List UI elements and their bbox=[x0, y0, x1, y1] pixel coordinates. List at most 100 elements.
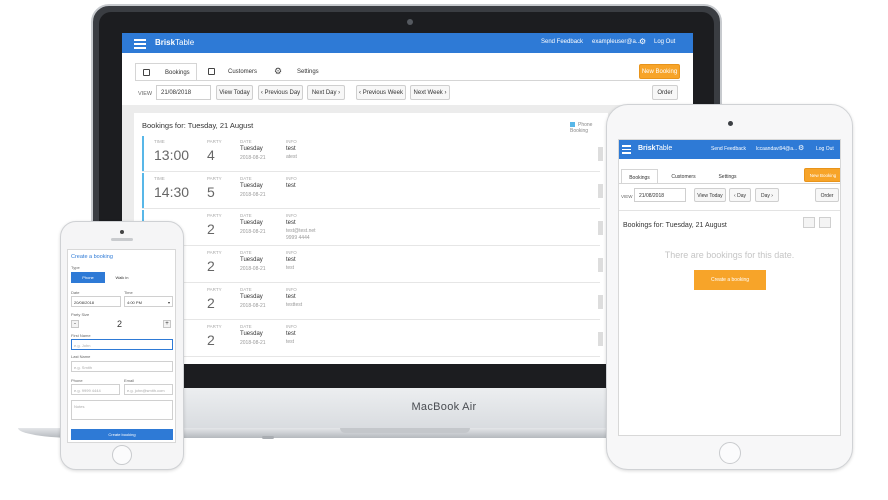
device-showcase: MacBook Air BriskTable Send Feedback exa… bbox=[0, 0, 888, 500]
create-booking-submit-button[interactable]: Create booking bbox=[71, 429, 173, 440]
new-booking-button[interactable]: New Booking bbox=[804, 168, 840, 182]
send-feedback-link[interactable]: Send Feedback bbox=[541, 39, 583, 45]
time-label: Time bbox=[124, 290, 133, 295]
booking-info-email: test@test.net bbox=[286, 228, 316, 234]
row-drag-handle[interactable] bbox=[598, 295, 603, 309]
party-column-label: PARTY bbox=[207, 139, 222, 144]
gear-icon[interactable]: ⚙ bbox=[798, 144, 804, 152]
type-phone-toggle[interactable]: Phone bbox=[71, 272, 105, 283]
booking-date: 2018-08-21 bbox=[240, 155, 266, 161]
menu-icon[interactable] bbox=[134, 39, 146, 49]
party-increase-button[interactable]: + bbox=[163, 320, 171, 328]
booking-info-detail: testtest bbox=[286, 302, 303, 308]
booking-row[interactable]: PARTY DATE INFO 2 Tuesday 2018-08-21 tes… bbox=[142, 283, 603, 320]
next-week-button[interactable]: Next Week › bbox=[410, 85, 450, 100]
phone-field[interactable]: e.g. 9999 4444 bbox=[71, 384, 120, 395]
tablet-home-button bbox=[719, 442, 741, 464]
user-account-link[interactable]: exampleuser@a... bbox=[592, 39, 641, 45]
party-column-label: PARTY bbox=[207, 176, 222, 181]
date-field[interactable]: 20/08/2018 bbox=[71, 296, 121, 307]
first-name-field[interactable]: e.g. John bbox=[71, 339, 173, 350]
booking-info-name: test bbox=[286, 183, 296, 189]
laptop-notch bbox=[340, 428, 470, 433]
view-today-button[interactable]: View Today bbox=[694, 188, 726, 202]
booking-info-name: test bbox=[286, 220, 296, 226]
order-button[interactable]: Order bbox=[815, 188, 839, 202]
user-account-link[interactable]: lccaandavi94@a... bbox=[756, 146, 797, 152]
booking-party: 4 bbox=[207, 147, 215, 163]
row-drag-handle[interactable] bbox=[598, 332, 603, 346]
date-column-label: DATE bbox=[240, 250, 252, 255]
create-booking-title: Create a booking bbox=[71, 254, 113, 260]
party-size-label: Party Size bbox=[71, 312, 90, 317]
tablet-camera bbox=[728, 121, 733, 126]
next-day-button[interactable]: Next Day › bbox=[307, 85, 345, 100]
booking-row[interactable]: PARTY DATE INFO 2 Tuesday 2018-08-21 tes… bbox=[142, 246, 603, 283]
time-column-label: TIME bbox=[154, 139, 165, 144]
phone-speaker bbox=[111, 238, 133, 241]
booking-row[interactable]: TIME PARTY DATE INFO 14:30 5 Tuesday 201… bbox=[142, 172, 603, 209]
last-name-field[interactable]: e.g. Smith bbox=[71, 361, 173, 372]
row-drag-handle[interactable] bbox=[598, 184, 603, 198]
booking-info-detail: test bbox=[286, 339, 295, 345]
party-decrease-button[interactable]: - bbox=[71, 320, 79, 328]
tab-bookings[interactable]: Bookings bbox=[135, 63, 197, 81]
time-select[interactable]: 4:00 PM ▾ bbox=[124, 296, 173, 307]
send-feedback-link[interactable]: Send Feedback bbox=[711, 146, 746, 152]
time-column-label: TIME bbox=[154, 176, 165, 181]
logout-link[interactable]: Log Out bbox=[654, 39, 675, 45]
email-field[interactable]: e.g. john@smith.com bbox=[124, 384, 173, 395]
laptop-camera bbox=[407, 19, 413, 25]
booking-date: 2018-08-21 bbox=[240, 266, 266, 272]
tab-settings[interactable]: Settings bbox=[709, 169, 746, 184]
create-booking-button[interactable]: Create a booking bbox=[694, 270, 766, 290]
timeline-view-icon[interactable] bbox=[819, 217, 831, 228]
view-date-input[interactable]: 21/08/2018 bbox=[156, 85, 211, 100]
tab-customers[interactable]: Customers bbox=[208, 63, 268, 81]
notes-field[interactable]: Notes bbox=[71, 400, 173, 420]
row-drag-handle[interactable] bbox=[598, 147, 603, 161]
booking-party: 2 bbox=[207, 295, 215, 311]
type-walkin-toggle[interactable]: Walk in bbox=[105, 272, 139, 283]
app-logo[interactable]: BriskTable bbox=[155, 38, 194, 47]
booking-row[interactable]: TIME PARTY DATE INFO 13:00 4 Tuesday 201… bbox=[142, 135, 603, 172]
booking-row[interactable]: PARTY DATE INFO 2 Tuesday 2018-08-21 tes… bbox=[142, 320, 603, 357]
app-logo[interactable]: BriskTable bbox=[638, 145, 672, 152]
date-column-label: DATE bbox=[240, 213, 252, 218]
booking-date: 2018-08-21 bbox=[240, 340, 266, 346]
menu-icon[interactable] bbox=[622, 145, 631, 154]
booking-info-detail: atest bbox=[286, 154, 297, 160]
tab-customers[interactable]: Customers bbox=[665, 169, 702, 184]
booking-party: 2 bbox=[207, 221, 215, 237]
booking-row[interactable]: PARTY DATE INFO 2 Tuesday 2018-08-21 tes… bbox=[142, 209, 603, 246]
info-column-label: INFO bbox=[286, 213, 297, 218]
booking-info-name: test bbox=[286, 257, 296, 263]
view-label: VIEW bbox=[138, 91, 153, 97]
booking-info-name: test bbox=[286, 294, 296, 300]
new-booking-button[interactable]: New Booking bbox=[639, 64, 680, 79]
view-date-input[interactable]: 21/08/2018 bbox=[634, 188, 686, 202]
row-drag-handle[interactable] bbox=[598, 258, 603, 272]
info-column-label: INFO bbox=[286, 139, 297, 144]
logout-link[interactable]: Log Out bbox=[816, 146, 834, 152]
tab-bookings[interactable]: Bookings bbox=[621, 169, 658, 184]
list-view-icon[interactable] bbox=[803, 217, 815, 228]
previous-week-button[interactable]: ‹ Previous Week bbox=[356, 85, 406, 100]
previous-day-button[interactable]: ‹ Day bbox=[729, 188, 751, 202]
date-column-label: DATE bbox=[240, 324, 252, 329]
party-column-label: PARTY bbox=[207, 287, 222, 292]
row-drag-handle[interactable] bbox=[598, 221, 603, 235]
phone-booking-legend: Phone Booking bbox=[570, 122, 593, 134]
order-button[interactable]: Order bbox=[652, 85, 678, 100]
gear-icon[interactable]: ⚙ bbox=[639, 37, 646, 46]
previous-day-button[interactable]: ‹ Previous Day bbox=[258, 85, 303, 100]
date-label: Date bbox=[71, 290, 80, 295]
next-day-button[interactable]: Day › bbox=[755, 188, 779, 202]
view-today-button[interactable]: View Today bbox=[216, 85, 253, 100]
tab-settings[interactable]: ⚙ Settings bbox=[274, 63, 334, 81]
date-column-label: DATE bbox=[240, 287, 252, 292]
empty-state-text: There are bookings for this date. bbox=[664, 250, 795, 260]
booking-day: Tuesday bbox=[240, 183, 263, 189]
phone-home-button bbox=[112, 445, 132, 465]
party-column-label: PARTY bbox=[207, 324, 222, 329]
